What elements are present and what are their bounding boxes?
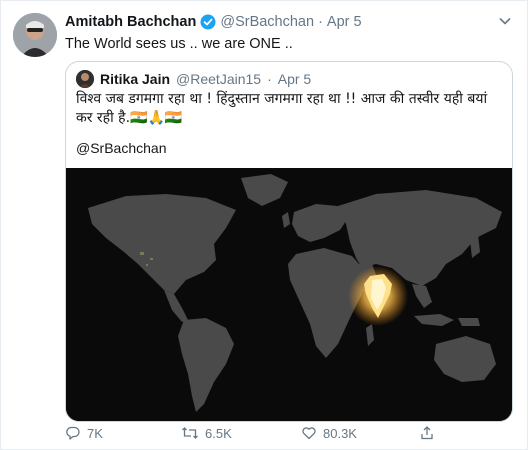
caret-down-icon[interactable] <box>497 13 513 29</box>
quoted-tweet[interactable]: Ritika Jain @ReetJain15 · Apr 5 विश्व जब… <box>65 61 513 422</box>
quoted-author-name[interactable]: Ritika Jain <box>100 71 170 87</box>
author-avatar[interactable] <box>13 13 57 57</box>
reply-count: 7K <box>87 425 103 441</box>
retweet-icon <box>182 427 198 439</box>
separator-dot: · <box>318 14 323 30</box>
retweet-count: 6.5K <box>205 425 232 441</box>
tweet-header: Amitabh Bachchan @SrBachchan · Apr 5 <box>65 14 362 30</box>
like-count: 80.3K <box>323 425 357 441</box>
share-button[interactable] <box>419 425 435 441</box>
quoted-separator-dot: · <box>267 71 272 87</box>
retweet-button[interactable]: 6.5K <box>181 425 232 441</box>
author-name[interactable]: Amitabh Bachchan <box>65 14 196 30</box>
quoted-date[interactable]: Apr 5 <box>278 71 311 87</box>
tweet-card[interactable]: Amitabh Bachchan @SrBachchan · Apr 5 The… <box>0 0 528 450</box>
like-button[interactable]: 80.3K <box>301 425 357 441</box>
tweet-text: The World sees us .. we are ONE .. <box>65 36 293 52</box>
quoted-header: Ritika Jain @ReetJain15 · Apr 5 <box>76 70 311 88</box>
quoted-text: विश्व जब डगमगा रहा था ! हिंदुस्तान जगमगा… <box>76 91 488 126</box>
reply-icon <box>66 426 80 440</box>
share-icon <box>421 426 433 440</box>
author-handle[interactable]: @SrBachchan <box>220 14 314 30</box>
reply-button[interactable]: 7K <box>65 425 103 441</box>
like-icon <box>302 427 316 440</box>
tweet-date[interactable]: Apr 5 <box>327 14 362 30</box>
quoted-author-handle[interactable]: @ReetJain15 <box>176 71 261 87</box>
tweet-actions: 7K 6.5K 80.3K <box>65 425 445 443</box>
quoted-avatar[interactable] <box>76 70 94 88</box>
quoted-mention[interactable]: @SrBachchan <box>76 140 166 156</box>
verified-icon <box>200 14 216 30</box>
world-map-image[interactable] <box>66 168 512 421</box>
